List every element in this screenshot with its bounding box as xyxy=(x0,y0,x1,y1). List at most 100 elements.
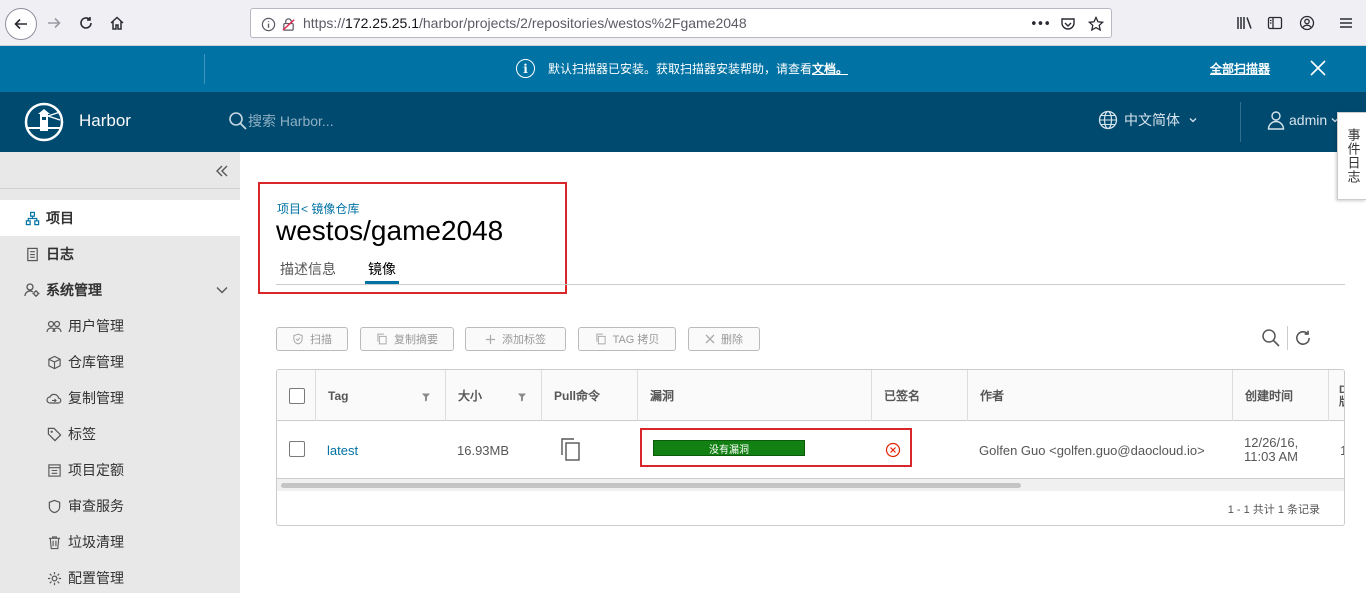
column-author: 作者 xyxy=(967,370,1232,421)
username: admin xyxy=(1289,112,1328,128)
replication-icon xyxy=(46,390,62,406)
add-label-label: 添加标签 xyxy=(502,334,546,346)
all-scanners-link[interactable]: 全部扫描器 xyxy=(1210,60,1270,77)
hamburger-icon xyxy=(1340,18,1352,28)
refresh-button[interactable] xyxy=(1292,327,1314,349)
sidebar-item-configuration[interactable]: 配置管理 xyxy=(0,560,240,593)
chevron-down-icon xyxy=(1189,118,1197,123)
users-icon xyxy=(46,318,62,334)
tab-info[interactable]: 描述信息 xyxy=(280,259,336,279)
add-label-button[interactable]: 添加标签 xyxy=(465,327,566,351)
event-log-tab[interactable]: 事件日志 xyxy=(1337,112,1366,200)
sidebar-item-replications[interactable]: 复制管理 xyxy=(0,380,240,416)
horizontal-scrollbar[interactable] xyxy=(277,479,1344,491)
sidebar-item-quotas[interactable]: 项目定额 xyxy=(0,452,240,488)
filter-search-button[interactable] xyxy=(1260,327,1282,349)
column-tag[interactable]: Tag xyxy=(315,370,445,421)
bookmark-star-icon[interactable] xyxy=(1087,15,1105,33)
sidebar-item-label: 垃圾清理 xyxy=(68,535,124,551)
annotation-box-vulnerability xyxy=(640,428,912,467)
filter-icon[interactable] xyxy=(421,392,431,402)
global-search[interactable]: 搜索 Harbor... xyxy=(228,111,334,131)
collapse-sidebar-button[interactable] xyxy=(214,163,230,179)
language-label: 中文简体 xyxy=(1124,112,1180,128)
tag-copy-button[interactable]: TAG 拷贝 xyxy=(578,327,676,351)
app-name: Harbor xyxy=(79,111,131,130)
insecure-lock-icon[interactable] xyxy=(279,15,297,33)
url-bar[interactable]: https://172.25.25.1/harbor/projects/2/re… xyxy=(250,8,1112,38)
sidebar-item-labels[interactable]: 标签 xyxy=(0,416,240,452)
banner-close-button[interactable] xyxy=(1308,58,1328,78)
column-signed: 已签名 xyxy=(871,370,967,421)
sidebar-item-logs[interactable]: 日志 xyxy=(0,236,240,272)
account-button[interactable] xyxy=(1293,9,1321,37)
refresh-icon xyxy=(1296,330,1310,345)
row-checkbox[interactable] xyxy=(289,441,305,457)
globe-icon xyxy=(1098,110,1118,130)
column-pull-command: Pull命令 xyxy=(541,370,637,421)
account-icon xyxy=(1299,15,1315,31)
toolbar-divider xyxy=(1287,326,1288,350)
user-menu[interactable]: admin xyxy=(1267,110,1340,130)
library-button[interactable] xyxy=(1231,9,1259,37)
reload-button[interactable] xyxy=(72,9,100,37)
scrollbar-thumb[interactable] xyxy=(281,483,1021,488)
sidebar-item-label: 标签 xyxy=(68,427,96,443)
column-label: 大小 xyxy=(458,389,483,403)
column-label: Pull命令 xyxy=(554,389,601,403)
column-docker-version: D 版 xyxy=(1328,370,1344,421)
forward-button[interactable] xyxy=(40,9,68,37)
docker-version-cell: 1 xyxy=(1328,421,1344,479)
page-title: westos/game2048 xyxy=(276,215,504,246)
column-created[interactable]: 创建时间 xyxy=(1232,370,1328,421)
sidebar-item-administration[interactable]: 系统管理 xyxy=(0,272,240,308)
created-cell: 12/26/16, 11:03 AM xyxy=(1232,421,1298,479)
scan-button[interactable]: 扫描 xyxy=(276,327,348,351)
plus-icon xyxy=(485,334,496,344)
column-size[interactable]: 大小 xyxy=(445,370,541,421)
chevron-down-icon xyxy=(216,287,228,294)
column-label: 漏洞 xyxy=(650,389,675,403)
projects-icon xyxy=(24,210,40,226)
copy-digest-label: 复制摘要 xyxy=(394,334,438,346)
page-actions-button[interactable]: ••• xyxy=(1030,15,1051,33)
tab-divider xyxy=(276,284,1345,285)
select-all-checkbox[interactable] xyxy=(289,388,305,404)
arrow-right-icon xyxy=(48,17,61,29)
menu-button[interactable] xyxy=(1332,9,1360,37)
sidebar-item-label: 仓库管理 xyxy=(68,355,124,371)
arrow-left-icon xyxy=(14,18,27,30)
copy-digest-button[interactable]: 复制摘要 xyxy=(360,327,454,351)
header-divider xyxy=(1240,102,1241,142)
language-selector[interactable]: 中文简体 xyxy=(1098,110,1198,130)
registry-icon xyxy=(46,354,62,370)
close-icon xyxy=(705,334,715,344)
double-chevron-left-icon xyxy=(216,165,228,177)
pocket-icon[interactable] xyxy=(1059,15,1077,33)
sidebar-toggle-button[interactable] xyxy=(1261,9,1289,37)
docs-link[interactable]: 文档。 xyxy=(812,60,848,77)
copy-pull-command-button[interactable] xyxy=(547,421,581,479)
user-icon xyxy=(1267,111,1285,130)
delete-button[interactable]: 删除 xyxy=(688,327,760,351)
banner-divider xyxy=(204,54,205,84)
gear-icon xyxy=(46,570,62,586)
harbor-logo[interactable] xyxy=(24,102,64,142)
back-button[interactable] xyxy=(5,8,37,40)
trash-icon xyxy=(46,534,62,550)
sidebar-item-interrogation[interactable]: 审查服务 xyxy=(0,488,240,524)
sidebar: 项目 日志 系统管理 用户管理 仓库管理 复制管理 标签 项目定额 审查服务 垃… xyxy=(0,152,240,593)
info-icon[interactable] xyxy=(259,15,277,33)
sidebar-item-gc[interactable]: 垃圾清理 xyxy=(0,524,240,560)
created-time: 11:03 AM xyxy=(1244,449,1298,464)
home-button[interactable] xyxy=(103,9,131,37)
tag-link[interactable]: latest xyxy=(315,421,358,479)
sidebar-item-registries[interactable]: 仓库管理 xyxy=(0,344,240,380)
sidebar-item-users[interactable]: 用户管理 xyxy=(0,308,240,344)
copy-icon xyxy=(561,438,580,461)
tab-images[interactable]: 镜像 xyxy=(368,259,396,279)
filter-icon[interactable] xyxy=(517,392,527,402)
sidebar-item-projects[interactable]: 项目 xyxy=(0,200,240,236)
column-vulnerability[interactable]: 漏洞 xyxy=(637,370,871,421)
search-placeholder: 搜索 Harbor... xyxy=(248,113,334,129)
